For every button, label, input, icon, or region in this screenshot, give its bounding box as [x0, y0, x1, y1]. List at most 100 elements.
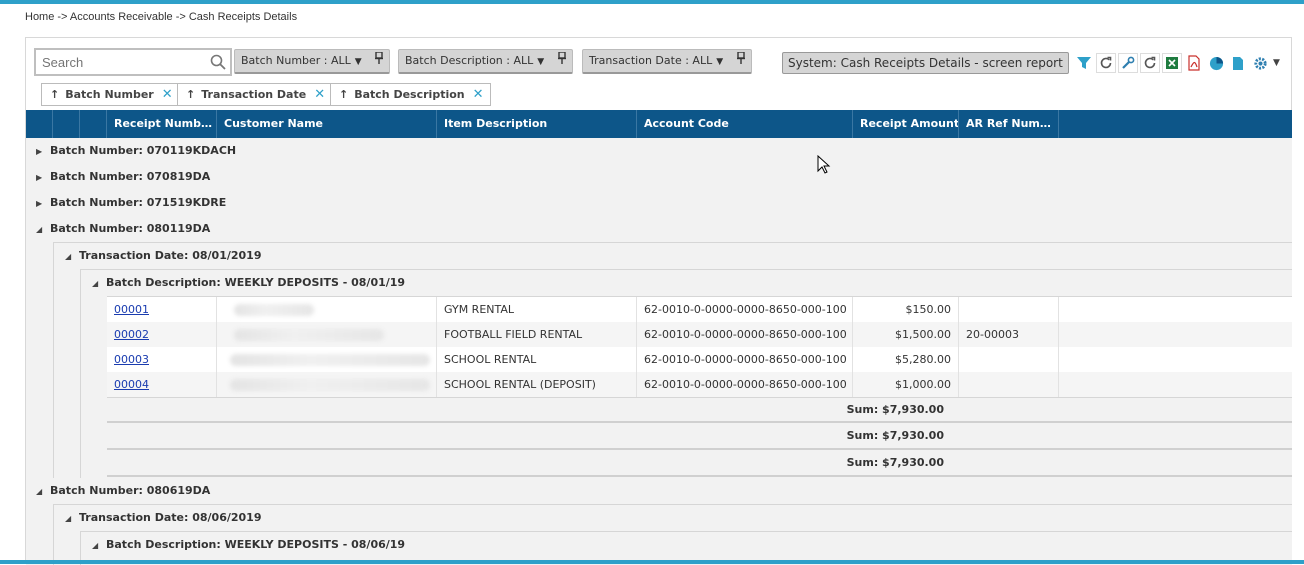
group-row-batch-description[interactable]: ◢ Batch Description: WEEKLY DEPOSITS - 08… — [92, 532, 405, 558]
filter-transaction-date[interactable]: Transaction Date : ALL ▼ — [582, 49, 752, 74]
column-header-customer-name[interactable]: Customer Name — [217, 110, 437, 138]
cell-ref — [959, 297, 1059, 322]
chart-icon[interactable] — [1206, 53, 1226, 73]
cell-amount: $1,500.00 — [853, 322, 959, 347]
filter-batch-description[interactable]: Batch Description : ALL ▼ — [398, 49, 573, 74]
group-row-batch-open[interactable]: ◢ Batch Number: 080119DA — [36, 216, 210, 242]
remove-icon[interactable]: ✕ — [314, 87, 325, 102]
sort-up-icon: ↑ — [50, 88, 60, 101]
grid-header: Receipt Numb… Customer Name Item Descrip… — [26, 110, 1292, 138]
caret-down-icon: ▼ — [354, 57, 362, 67]
group-row-transaction-date[interactable]: ◢ Transaction Date: 08/06/2019 — [65, 505, 261, 531]
cell-ref — [959, 347, 1059, 372]
bottom-accent-bar — [0, 560, 1304, 564]
cell-amount: $1,000.00 — [853, 372, 959, 397]
caret-down-icon: ▼ — [716, 57, 724, 67]
grid-body: ▶ Batch Number: 070119KDACH ▶ Batch Number… — [26, 138, 1292, 565]
collapse-icon[interactable]: ◢ — [36, 217, 50, 243]
cell-receipt: 00002 — [107, 322, 217, 347]
sort-up-icon: ↑ — [339, 88, 349, 101]
receipt-link[interactable]: 00002 — [114, 328, 149, 341]
collapse-icon[interactable]: ◢ — [65, 244, 79, 270]
cell-customer-redacted — [217, 372, 437, 397]
sort-chip-batch-description[interactable]: ↑ Batch Description ✕ — [330, 83, 491, 106]
refresh-icon[interactable] — [1140, 53, 1160, 73]
cell-item: GYM RENTAL — [437, 297, 637, 322]
remove-icon[interactable]: ✕ — [162, 87, 173, 102]
cell-amount: $5,280.00 — [853, 347, 959, 372]
expand-icon[interactable]: ▶ — [36, 165, 50, 191]
column-header-item-description[interactable]: Item Description — [437, 110, 637, 138]
sort-chip-batch-number[interactable]: ↑ Batch Number ✕ — [41, 83, 180, 106]
pin-icon[interactable] — [375, 50, 384, 72]
group-label: Batch Number: 080619DA — [50, 484, 211, 497]
group-label: Batch Number: 080119DA — [50, 222, 211, 235]
group-label: Batch Number: 070119KDACH — [50, 144, 237, 157]
toolbar: ▼ — [1074, 53, 1280, 73]
column-header-ar-ref-number[interactable]: AR Ref Num… — [959, 110, 1059, 138]
cell-account: 62-0010-0-0000-0000-8650-000-100 — [637, 347, 853, 372]
sort-chip-label: Transaction Date — [201, 88, 307, 101]
sort-chip-transaction-date[interactable]: ↑ Transaction Date ✕ — [177, 83, 333, 106]
filter-label: Batch Number : ALL — [241, 54, 351, 67]
collapse-icon[interactable]: ◢ — [65, 506, 79, 532]
filter-icon[interactable] — [1074, 53, 1094, 73]
redacted-text — [230, 354, 430, 366]
sort-chip-label: Batch Description — [354, 88, 465, 101]
expand-icon[interactable]: ▶ — [36, 191, 50, 217]
caret-down-icon[interactable]: ▼ — [1273, 58, 1280, 68]
group-row-batch[interactable]: ▶ Batch Number: 070119KDACH — [36, 138, 236, 164]
cell-account: 62-0010-0-0000-0000-8650-000-100 — [637, 297, 853, 322]
pin-icon[interactable] — [557, 50, 566, 72]
table-row[interactable]: 00001 GYM RENTAL 62-0010-0-0000-0000-865… — [107, 297, 1292, 322]
column-header-receipt-number[interactable]: Receipt Numb… — [107, 110, 217, 138]
pin-icon[interactable] — [736, 50, 745, 72]
cell-ref: 20-00003 — [959, 322, 1059, 347]
group-label: Transaction Date: 08/01/2019 — [79, 249, 262, 262]
search-icon[interactable] — [210, 54, 226, 73]
group-row-batch[interactable]: ▶ Batch Number: 071519KDRE — [36, 190, 226, 216]
group-row-batch-description[interactable]: ◢ Batch Description: WEEKLY DEPOSITS - 08… — [92, 270, 405, 296]
wrench-icon[interactable] — [1118, 53, 1138, 73]
group-row-batch[interactable]: ▶ Batch Number: 070819DA — [36, 164, 210, 190]
cell-customer-redacted — [217, 347, 437, 372]
excel-icon[interactable] — [1162, 53, 1182, 73]
cell-ref — [959, 372, 1059, 397]
table-row[interactable]: 00003 SCHOOL RENTAL 62-0010-0-0000-0000-… — [107, 347, 1292, 372]
gear-icon[interactable] — [1250, 53, 1270, 73]
report-panel: Batch Number : ALL▼ Batch Description : … — [25, 37, 1292, 565]
column-header-receipt-amount[interactable]: Receipt Amount — [853, 110, 959, 138]
filter-label: Batch Description : ALL — [405, 54, 534, 67]
collapse-icon[interactable]: ◢ — [92, 533, 106, 559]
expand-icon[interactable]: ▶ — [36, 139, 50, 165]
document-icon[interactable] — [1228, 53, 1248, 73]
column-header-account-code[interactable]: Account Code — [637, 110, 853, 138]
sum-row: Sum: $7,930.00 — [107, 451, 1292, 477]
filter-batch-number[interactable]: Batch Number : ALL ▼ — [234, 49, 391, 74]
group-label: Batch Description: WEEKLY DEPOSITS - 08/… — [106, 538, 406, 551]
group-label: Batch Number: 070819DA — [50, 170, 211, 183]
receipt-link[interactable]: 00004 — [114, 378, 149, 391]
cell-account: 62-0010-0-0000-0000-8650-000-100 — [637, 372, 853, 397]
remove-icon[interactable]: ✕ — [473, 87, 484, 102]
redacted-text — [234, 304, 314, 316]
search-input[interactable] — [36, 50, 206, 74]
collapse-icon[interactable]: ◢ — [36, 479, 50, 505]
refresh-icon[interactable] — [1096, 53, 1116, 73]
receipt-link[interactable]: 00003 — [114, 353, 149, 366]
sum-label: Sum: $7,930.00 — [846, 403, 944, 416]
cell-customer-redacted — [217, 322, 437, 347]
header-group-spacer — [26, 110, 53, 138]
group-row-batch-open[interactable]: ◢ Batch Number: 080619DA — [36, 478, 210, 504]
group-row-transaction-date[interactable]: ◢ Transaction Date: 08/01/2019 — [65, 243, 261, 269]
system-report-button[interactable]: System: Cash Receipts Details - screen r… — [782, 52, 1069, 74]
redacted-text — [230, 379, 430, 391]
cell-receipt: 00004 — [107, 372, 217, 397]
table-row[interactable]: 00004 SCHOOL RENTAL (DEPOSIT) 62-0010-0-… — [107, 372, 1292, 397]
table-row[interactable]: 00002 FOOTBALL FIELD RENTAL 62-0010-0-00… — [107, 322, 1292, 347]
search-box — [34, 48, 232, 76]
pdf-icon[interactable] — [1184, 53, 1204, 73]
sort-chip-label: Batch Number — [65, 88, 154, 101]
receipt-link[interactable]: 00001 — [114, 303, 149, 316]
collapse-icon[interactable]: ◢ — [92, 271, 106, 297]
